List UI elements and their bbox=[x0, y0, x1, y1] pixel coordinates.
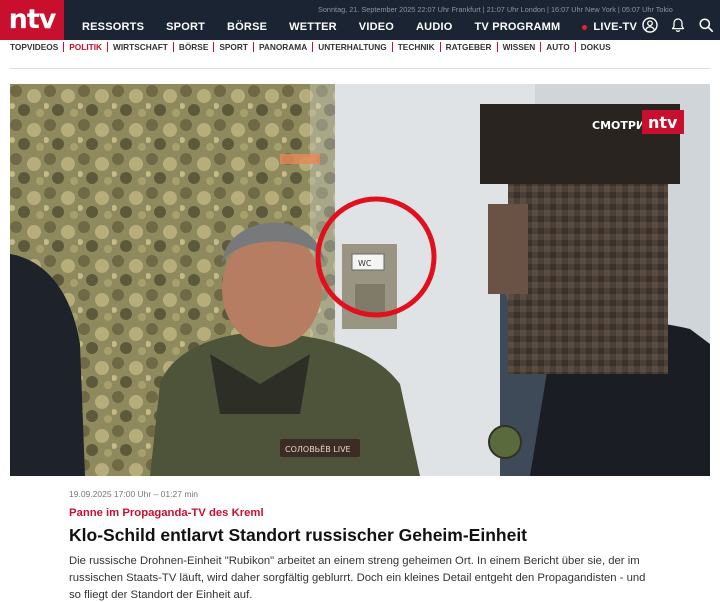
subnav-panorama[interactable]: PANORAMA bbox=[252, 42, 312, 52]
subnav-sport[interactable]: SPORT bbox=[213, 42, 253, 52]
sign-text: WC bbox=[358, 259, 372, 268]
subnav-auto[interactable]: AUTO bbox=[540, 42, 574, 52]
search-icon[interactable] bbox=[698, 17, 714, 33]
subnav-topvideos[interactable]: TOPVIDEOS bbox=[10, 42, 63, 52]
subnav-politik[interactable]: POLITIK bbox=[63, 42, 107, 52]
subnav-unterhaltung[interactable]: UNTERHALTUNG bbox=[312, 42, 392, 52]
patch-text: СОЛОВЬЁВ LIVE bbox=[285, 444, 351, 454]
live-label: LIVE-TV bbox=[593, 21, 637, 33]
subnav-technik[interactable]: TECHNIK bbox=[391, 42, 440, 52]
tv-logo-right: ntv bbox=[648, 113, 678, 132]
top-navigation-bar: ntv Sonntag, 21. September 2025 22:07 Uh… bbox=[0, 0, 720, 40]
article-kicker[interactable]: Panne im Propaganda-TV des Kreml bbox=[69, 507, 264, 519]
header-divider bbox=[10, 68, 710, 69]
nav-ressorts[interactable]: RESSORTS bbox=[82, 21, 144, 33]
video-still-illustration: WC СОЛОВЬЁВ LIVE СМОТРИ ntv bbox=[10, 84, 710, 476]
video-meta: 19.09.2025 17:00 Uhr – 01:27 min bbox=[69, 489, 199, 499]
section-subnav: TOPVIDEOS POLITIK WIRTSCHAFT BÖRSE SPORT… bbox=[10, 41, 616, 53]
logo-text: ntv bbox=[8, 3, 57, 35]
header-icons bbox=[642, 17, 714, 33]
account-icon[interactable] bbox=[642, 17, 658, 33]
nav-video[interactable]: VIDEO bbox=[359, 21, 394, 33]
article-headline[interactable]: Klo-Schild entlarvt Standort russischer … bbox=[69, 525, 527, 546]
nav-tv-programm[interactable]: TV PROGRAMM bbox=[474, 21, 560, 33]
bell-icon[interactable] bbox=[670, 17, 686, 33]
world-clock-line: Sonntag, 21. September 2025 22:07 Uhr Fr… bbox=[318, 5, 673, 14]
nav-wetter[interactable]: WETTER bbox=[289, 21, 337, 33]
subnav-ratgeber[interactable]: RATGEBER bbox=[439, 42, 497, 52]
ntv-logo[interactable]: ntv bbox=[0, 0, 64, 40]
nav-audio[interactable]: AUDIO bbox=[416, 21, 452, 33]
subnav-boerse[interactable]: BÖRSE bbox=[172, 42, 214, 52]
nav-live-tv[interactable]: LIVE-TV bbox=[582, 21, 637, 33]
subnav-wirtschaft[interactable]: WIRTSCHAFT bbox=[107, 42, 173, 52]
main-nav: RESSORTS SPORT BÖRSE WETTER VIDEO AUDIO … bbox=[82, 20, 659, 34]
nav-sport[interactable]: SPORT bbox=[166, 21, 205, 33]
subnav-wissen[interactable]: WISSEN bbox=[496, 42, 541, 52]
video-thumbnail[interactable]: WC СОЛОВЬЁВ LIVE СМОТРИ ntv bbox=[10, 84, 710, 476]
tv-logo-left: СМОТРИ bbox=[592, 119, 645, 132]
article-teaser: Die russische Drohnen-Einheit "Rubikon" … bbox=[69, 555, 646, 601]
subnav-dokus[interactable]: DOKUS bbox=[574, 42, 616, 52]
live-dot-icon bbox=[582, 24, 588, 30]
nav-boerse[interactable]: BÖRSE bbox=[227, 21, 267, 33]
